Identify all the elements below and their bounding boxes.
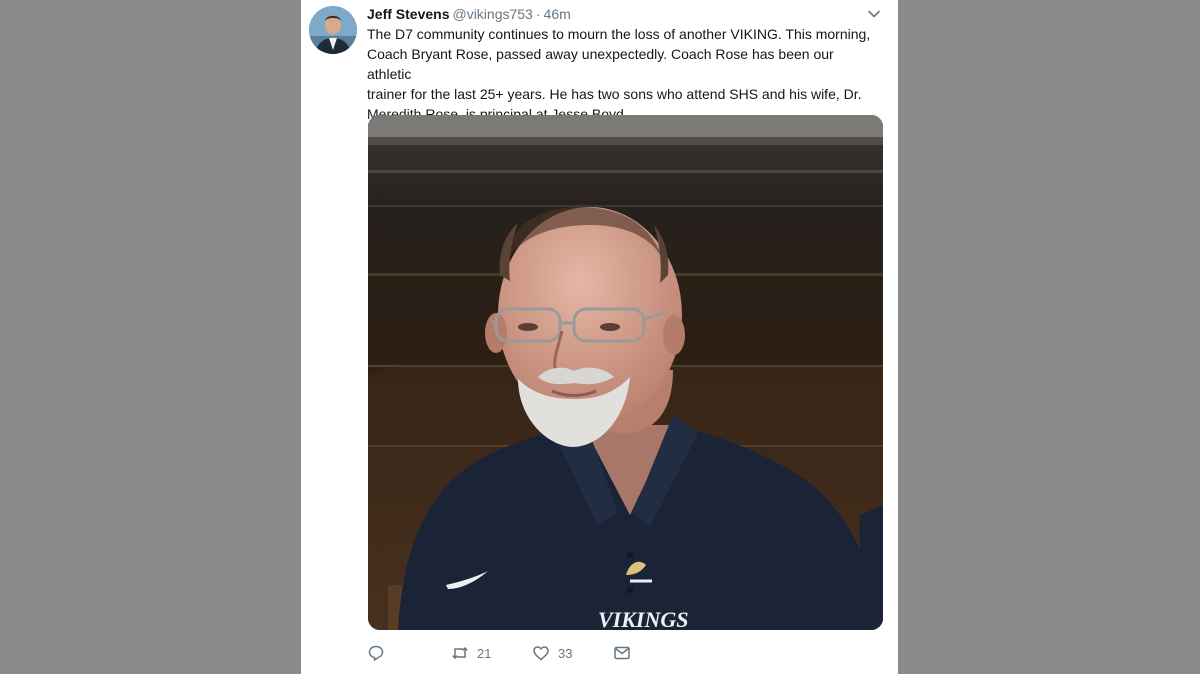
- like-button[interactable]: 33: [532, 642, 572, 664]
- coach-portrait-photo: VIKINGS: [368, 115, 883, 630]
- author-avatar-photo: [309, 6, 357, 54]
- header-separator: ·: [535, 6, 541, 22]
- envelope-icon: [614, 646, 630, 660]
- message-button[interactable]: [613, 642, 631, 664]
- tweet-photo[interactable]: VIKINGS: [368, 115, 883, 630]
- author-name[interactable]: Jeff Stevens: [367, 6, 449, 22]
- tweet-body: Jeff Stevens @vikings753 · 46m The D7 commu…: [367, 4, 883, 124]
- heart-icon: [533, 646, 549, 661]
- author-avatar[interactable]: [309, 6, 357, 54]
- tweet-card[interactable]: Jeff Stevens @vikings753 · 46m The D7 commu…: [301, 0, 898, 674]
- tweet-actions: 21 33: [367, 642, 883, 664]
- reply-button[interactable]: [367, 642, 393, 664]
- screenshot-frame: Jeff Stevens @vikings753 · 46m The D7 commu…: [0, 0, 1200, 674]
- tweet-text: The D7 community continues to mourn the …: [367, 26, 871, 122]
- chevron-down-icon[interactable]: [866, 6, 882, 22]
- retweet-button[interactable]: 21: [451, 642, 491, 664]
- tweet-header: Jeff Stevens @vikings753 · 46m: [367, 4, 883, 24]
- reply-icon: [368, 645, 384, 661]
- shirt-logo-text: VIKINGS: [598, 607, 688, 630]
- author-handle[interactable]: @vikings753: [452, 6, 532, 22]
- tweet-timestamp[interactable]: 46m: [544, 6, 571, 22]
- retweet-count: 21: [477, 645, 492, 661]
- like-count: 33: [558, 645, 573, 661]
- retweet-icon: [452, 646, 468, 660]
